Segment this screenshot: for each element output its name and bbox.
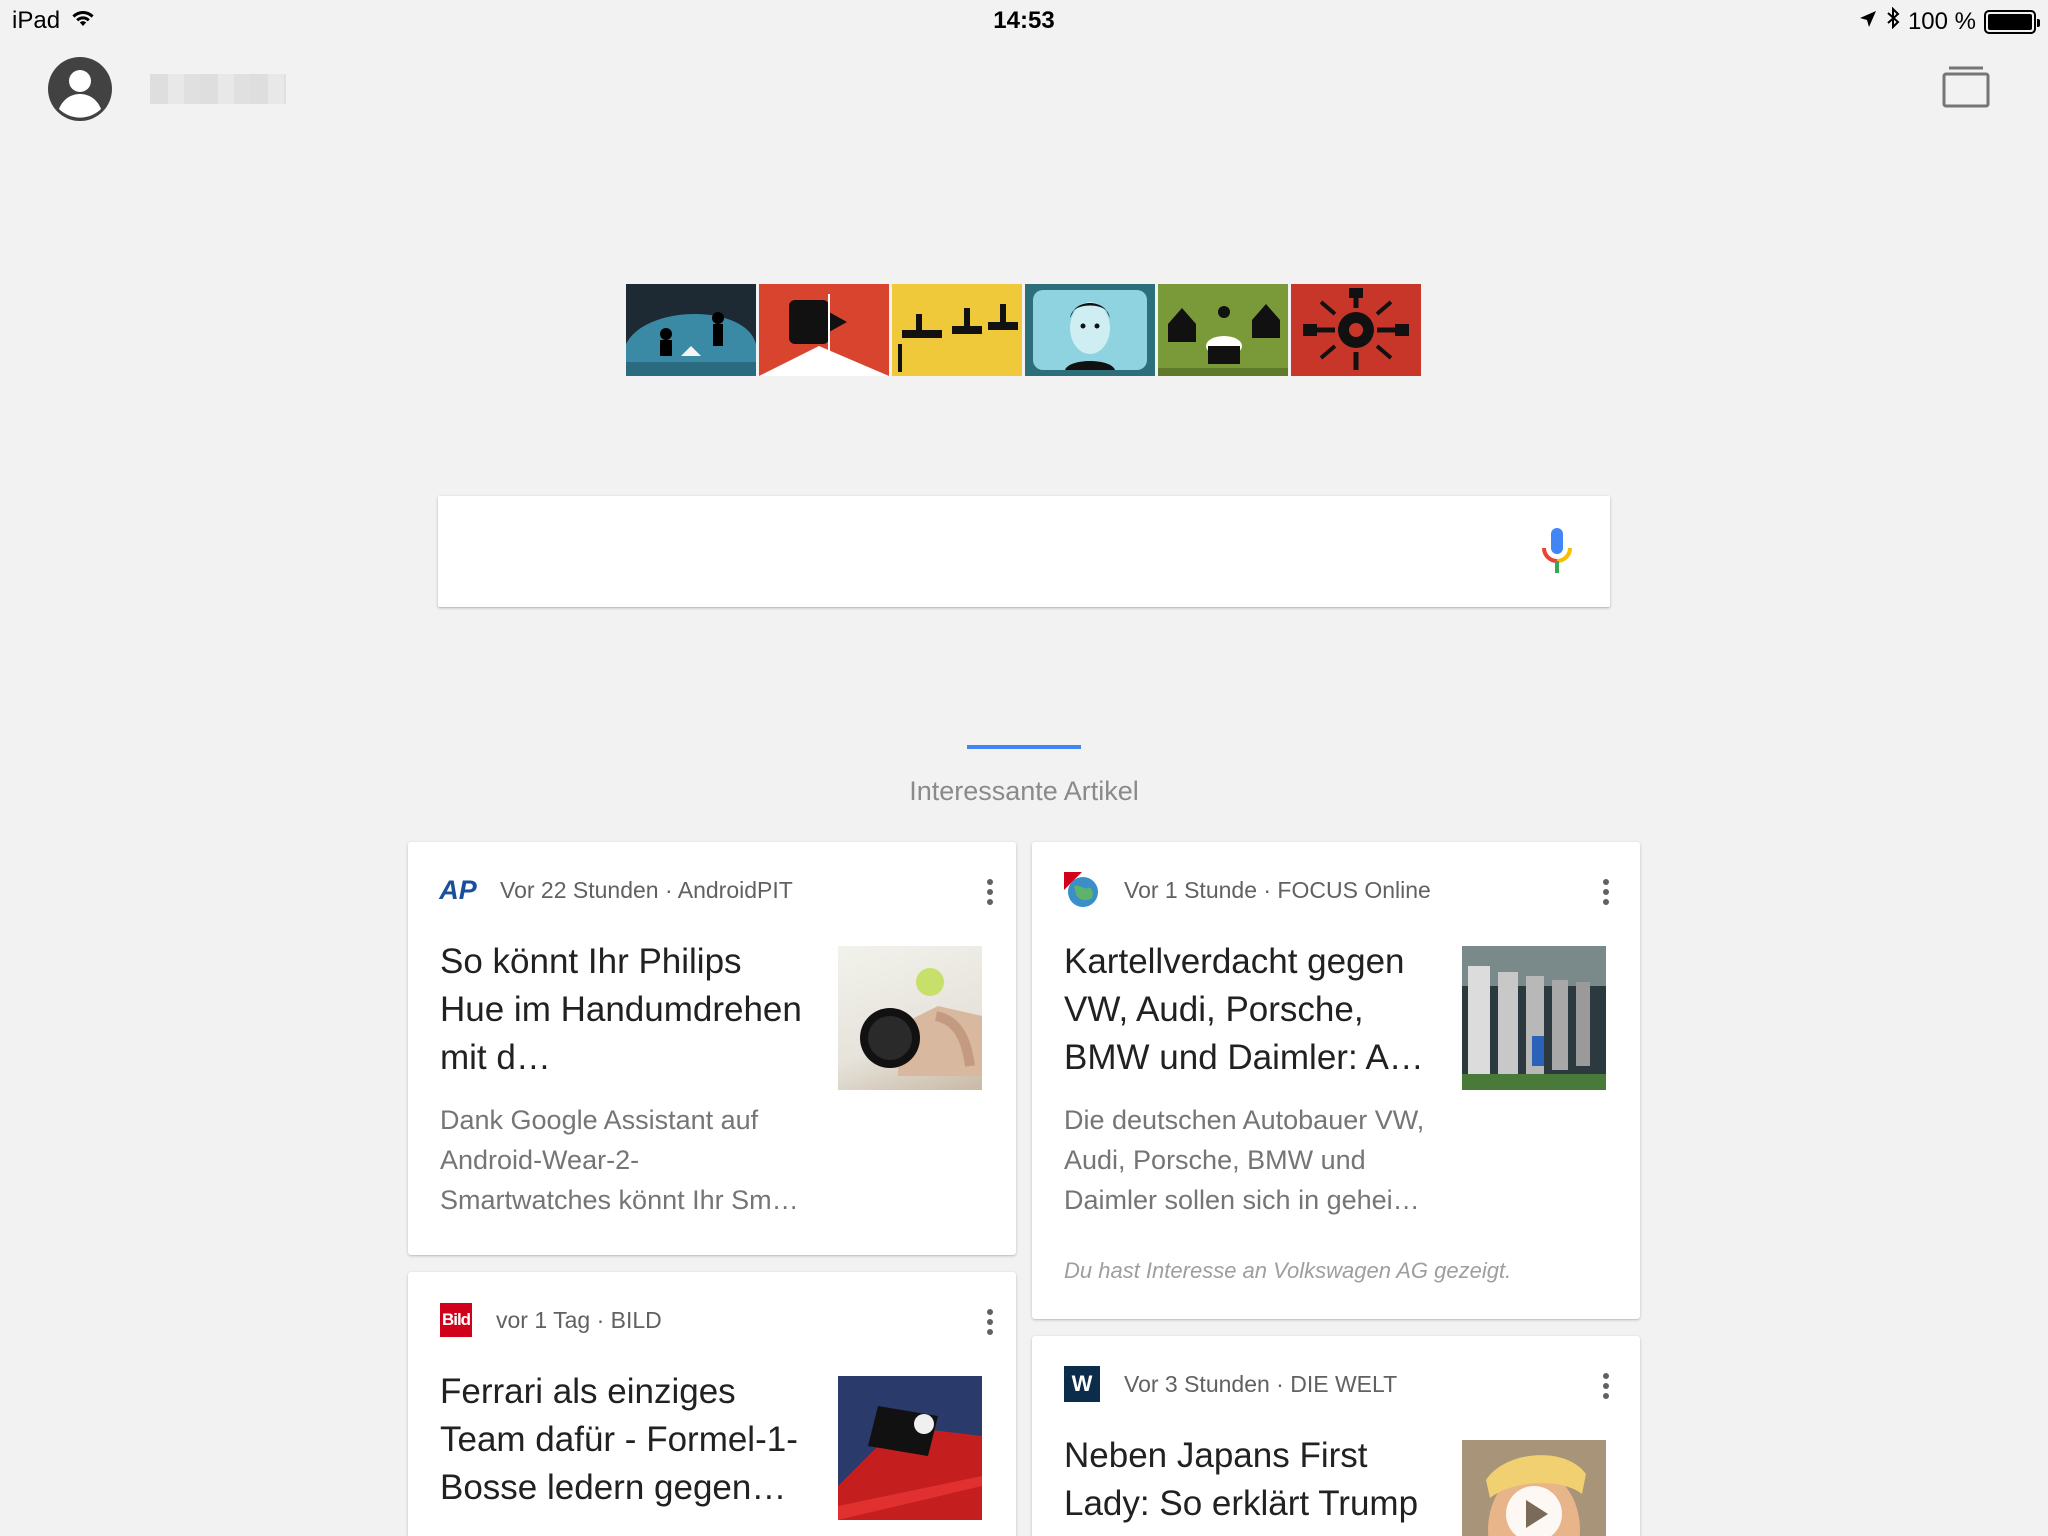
google-doodle[interactable] xyxy=(626,284,1421,376)
article-thumbnail xyxy=(838,1376,982,1520)
doodle-panel-projector xyxy=(759,284,889,376)
article-thumbnail xyxy=(1462,946,1606,1090)
doodle-panel-cave xyxy=(626,284,756,376)
status-bar: iPad 14:53 100 % xyxy=(0,0,2048,40)
article-title: Neben Japans First Lady: So erklärt Trum… xyxy=(1064,1436,1419,1523)
source-logo-welt: W xyxy=(1064,1366,1100,1402)
tabs-button[interactable] xyxy=(1940,64,1992,110)
account-avatar[interactable] xyxy=(47,56,113,122)
section-title: Interessante Artikel xyxy=(909,776,1139,806)
article-card[interactable]: W Vor 3 Stunden · DIE WELT Neben Japans … xyxy=(1032,1336,1640,1536)
status-time: 14:53 xyxy=(993,7,1055,34)
interest-note: Du hast Interesse an Volkswagen AG gezei… xyxy=(1064,1258,1512,1283)
microphone-icon[interactable] xyxy=(1539,526,1575,578)
more-options-icon[interactable] xyxy=(1598,1370,1614,1402)
article-snippet: Die deutschen Autobauer VW, Audi, Porsch… xyxy=(1064,1105,1425,1215)
section-indicator xyxy=(967,745,1081,749)
focus-globe-icon xyxy=(1064,872,1100,908)
search-input[interactable] xyxy=(458,516,1458,586)
article-meta: Vor 3 Stunden · DIE WELT xyxy=(1124,1370,1398,1397)
more-options-icon[interactable] xyxy=(1598,876,1614,908)
article-title: So könnt Ihr Philips Hue im Handumdrehen… xyxy=(440,942,802,1077)
bluetooth-icon xyxy=(1886,6,1900,36)
source-logo-bild: Bild xyxy=(440,1303,472,1337)
doodle-panel-village xyxy=(1158,284,1288,376)
account-name[interactable] xyxy=(150,74,286,104)
battery-percent: 100 % xyxy=(1907,7,1976,35)
location-arrow-icon xyxy=(1858,8,1878,36)
article-meta: vor 1 Tag · BILD xyxy=(496,1306,662,1333)
article-thumbnail xyxy=(838,946,982,1090)
article-card[interactable]: Vor 1 Stunde · FOCUS Online Kartellverda… xyxy=(1032,842,1640,1319)
article-meta: Vor 1 Stunde · FOCUS Online xyxy=(1124,876,1431,903)
article-title: Kartellverdacht gegen VW, Audi, Porsche,… xyxy=(1064,942,1424,1077)
article-meta: Vor 22 Stunden · AndroidPIT xyxy=(500,876,793,903)
tabs-icon xyxy=(1942,66,1990,108)
doodle-panel-circuit xyxy=(1291,284,1421,376)
source-logo-ap: AP xyxy=(439,874,477,905)
battery-fill xyxy=(1988,13,2032,30)
article-card[interactable]: AP Vor 22 Stunden · AndroidPIT So könnt … xyxy=(408,842,1016,1255)
more-options-icon[interactable] xyxy=(982,1306,998,1338)
article-card[interactable]: Bild vor 1 Tag · BILD Ferrari als einzig… xyxy=(408,1272,1016,1536)
battery-icon xyxy=(1984,9,2040,34)
article-snippet: Dank Google Assistant auf Android-Wear-2… xyxy=(440,1105,799,1215)
more-options-icon[interactable] xyxy=(982,876,998,908)
article-thumbnail xyxy=(1462,1440,1606,1536)
article-title: Ferrari als einziges Team dafür - Formel… xyxy=(440,1372,798,1507)
search-bar[interactable] xyxy=(438,496,1610,607)
doodle-panel-portrait xyxy=(1025,284,1155,376)
doodle-panel-factory xyxy=(892,284,1022,376)
